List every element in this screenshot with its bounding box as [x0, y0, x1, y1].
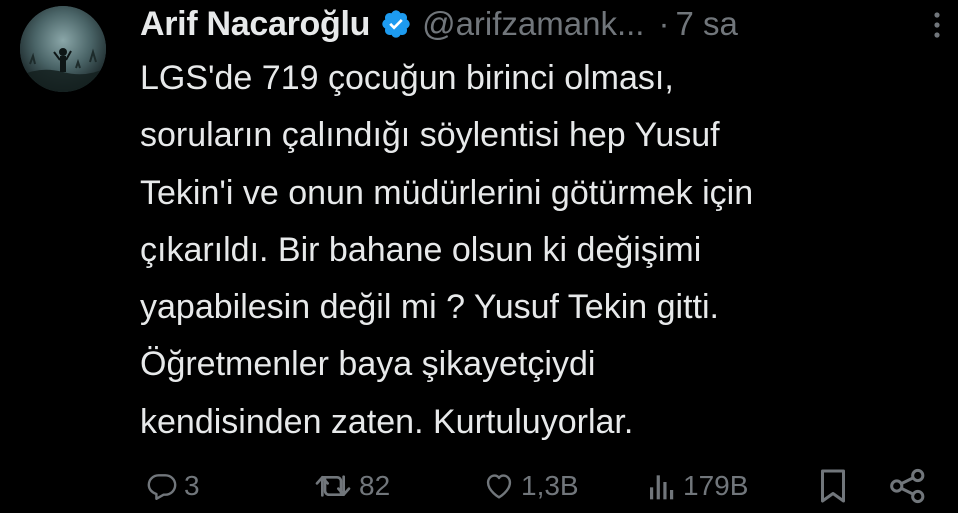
heart-icon — [486, 474, 512, 499]
like-button[interactable]: 1,3B — [483, 463, 579, 509]
avatar-image — [20, 6, 106, 92]
retweet-button[interactable]: 82 — [313, 463, 390, 509]
tweet-text-line: soruların çalındığı söylentisi hep Yusuf — [140, 116, 720, 155]
share-button[interactable] — [888, 463, 928, 509]
tweet-text-line: çıkarıldı. Bir bahane olsun ki değişimi — [140, 230, 702, 269]
share-icon — [890, 468, 925, 504]
views-button[interactable]: 179B — [647, 463, 748, 509]
tweet-timestamp[interactable]: 7 sa — [675, 5, 737, 43]
tweet-text-line: yapabilesin değil mi ? Yusuf Tekin gitti… — [140, 288, 719, 327]
bookmark-icon — [821, 469, 845, 503]
like-count: 1,3B — [521, 470, 579, 501]
views-count: 179B — [683, 470, 749, 501]
tweet-text-line: Tekin'i ve onun müdürlerini götürmek içi… — [140, 173, 754, 212]
tweet[interactable]: Arif Nacaroğlu @arifzamank... · 7 sa LGS… — [0, 0, 958, 513]
tweet-text-line: LGS'de 719 çocuğun birinci olması, — [140, 59, 674, 97]
tweet-text: LGS'de 719 çocuğun birinci olması, sorul… — [140, 50, 940, 451]
retweet-count: 82 — [359, 470, 391, 501]
tweet-text-line: Öğretmenler baya şikayetçiydi — [140, 345, 596, 384]
verified-badge-icon — [382, 10, 410, 38]
tweet-text-line: kendisinden zaten. Kurtuluyorlar. — [140, 402, 634, 441]
avatar[interactable] — [20, 6, 106, 92]
author-handle[interactable]: @arifzamank... — [422, 5, 644, 43]
reply-button[interactable]: 3 — [146, 463, 200, 509]
header-separator: · — [658, 5, 670, 42]
views-chart-icon — [650, 475, 674, 500]
tweet-action-bar: 3 82 1,3B 179B — [0, 463, 958, 509]
reply-icon — [147, 474, 177, 500]
more-options-icon[interactable] — [925, 10, 949, 40]
bookmark-button[interactable] — [818, 463, 848, 509]
author-display-name[interactable]: Arif Nacaroğlu — [140, 5, 370, 44]
retweet-icon — [315, 475, 351, 497]
reply-count: 3 — [184, 470, 200, 501]
tweet-header: Arif Nacaroğlu @arifzamank... · 7 sa — [140, 2, 738, 46]
